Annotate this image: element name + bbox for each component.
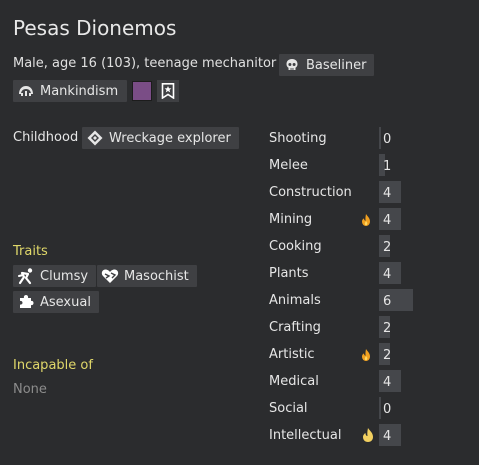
skill-level-value: 4: [383, 186, 392, 201]
masochist-heart-icon: [101, 267, 119, 285]
skill-level-value: 1: [383, 159, 392, 174]
skill-name: Cooking: [269, 239, 322, 254]
puzzle-icon: [17, 293, 35, 311]
skill-name: Plants: [269, 266, 309, 281]
pawn-description: Male, age 16 (103), teenage mechanitor: [13, 56, 277, 71]
skill-level-value: 2: [383, 240, 392, 255]
minor-passion-flame-icon: [361, 212, 371, 226]
ideoligion-label: Mankindism: [40, 83, 119, 99]
skill-level-value: 4: [383, 267, 392, 282]
traits-heading: Traits: [13, 244, 48, 259]
trait-masochist[interactable]: Masochist: [97, 265, 197, 287]
skill-bar[interactable]: [379, 127, 381, 149]
skill-name: Intellectual: [269, 428, 342, 443]
incapable-value: None: [13, 382, 47, 397]
skill-bar[interactable]: [379, 397, 381, 419]
skill-name: Construction: [269, 185, 352, 200]
trait-clumsy[interactable]: Clumsy: [13, 265, 97, 287]
backstory-value: Wreckage explorer: [109, 130, 231, 146]
skill-level-value: 4: [383, 213, 392, 228]
minor-passion-flame-icon: [361, 347, 371, 361]
skill-name: Artistic: [269, 347, 315, 362]
skill-name: Medical: [269, 374, 319, 389]
skill-name: Mining: [269, 212, 313, 227]
trait-label: Clumsy: [40, 268, 89, 284]
skill-level-value: 2: [383, 348, 392, 363]
diamond-icon: [86, 129, 104, 147]
bookmark-star-icon: [161, 83, 175, 99]
skill-name: Social: [269, 401, 308, 416]
clumsy-icon: [17, 267, 35, 285]
trait-label: Masochist: [124, 268, 189, 284]
xenotype-chip[interactable]: Baseliner: [279, 54, 375, 76]
backstory-chip[interactable]: Wreckage explorer: [82, 127, 239, 149]
skill-level-value: 0: [383, 402, 392, 417]
backstory-label: Childhood: [13, 130, 79, 145]
incapable-heading: Incapable of: [13, 358, 93, 373]
ideoligion-icon: [17, 82, 35, 100]
skill-name: Animals: [269, 293, 321, 308]
skill-name: Crafting: [269, 320, 321, 335]
page-title: Pesas Dionemos: [13, 16, 177, 40]
trait-asexual[interactable]: Asexual: [13, 291, 99, 313]
skill-level-value: 4: [383, 429, 392, 444]
ideoligion-chip[interactable]: Mankindism: [13, 80, 127, 102]
major-passion-flame-icon: [361, 427, 375, 443]
trait-label: Asexual: [40, 294, 91, 310]
skill-name: Melee: [269, 158, 308, 173]
skill-level-value: 6: [383, 294, 392, 309]
favorite-color-swatch[interactable]: [132, 81, 152, 101]
skill-name: Shooting: [269, 131, 327, 146]
skill-level-value: 2: [383, 321, 392, 336]
skill-level-value: 4: [383, 375, 392, 390]
role-button[interactable]: [157, 80, 179, 102]
skull-icon: [283, 56, 301, 74]
xenotype-label: Baseliner: [306, 57, 367, 73]
skill-level-value: 0: [383, 132, 392, 147]
